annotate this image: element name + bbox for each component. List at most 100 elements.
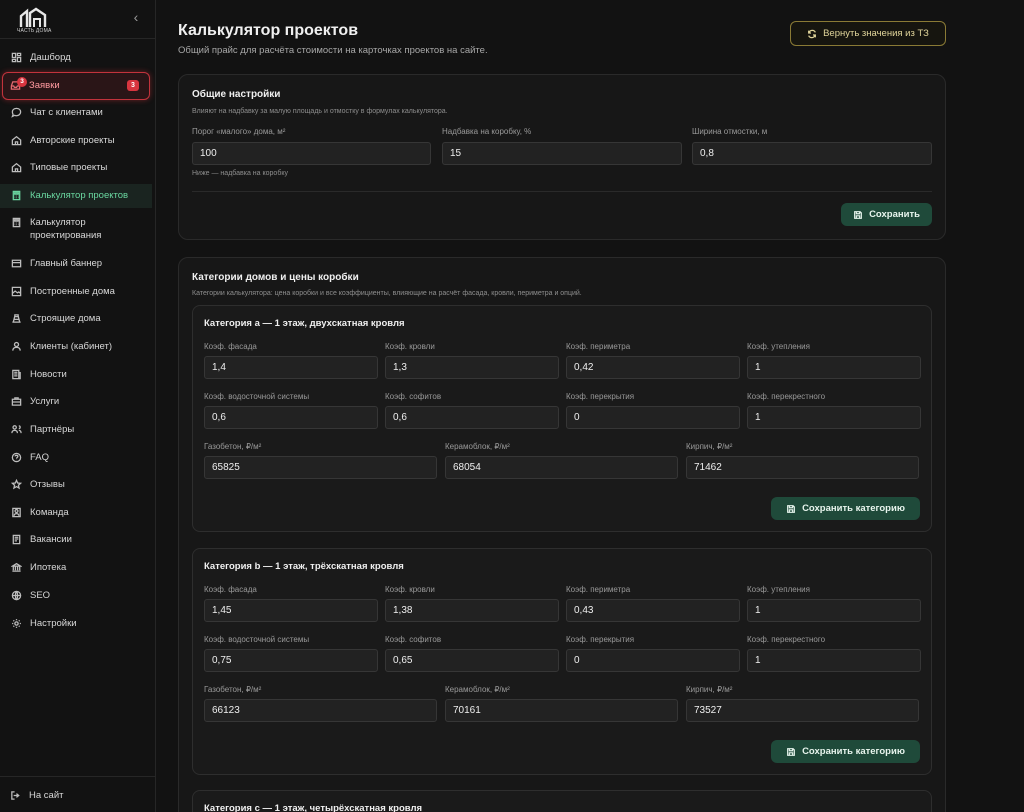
coefficient-input[interactable]: 0,65 xyxy=(385,649,559,672)
sidebar-item-label: Вакансии xyxy=(30,534,72,545)
coefficient-input[interactable]: 1 xyxy=(747,356,921,379)
price-input[interactable]: 65825 xyxy=(204,456,437,479)
sidebar-item-label: Отзывы xyxy=(30,479,65,490)
question-icon xyxy=(10,451,22,463)
field-label: Коэф. водосточной системы xyxy=(204,392,310,401)
coefficient-input[interactable]: 0,75 xyxy=(204,649,378,672)
blind-area-width-input[interactable]: 0,8 xyxy=(692,142,932,165)
sidebar-item-label: Команда xyxy=(30,507,69,518)
sidebar-item-label: Калькулятор проектирования xyxy=(30,217,102,241)
sidebar-item-label: Партнёры xyxy=(30,424,75,435)
coefficient-input[interactable]: 1,45 xyxy=(204,599,378,622)
sidebar-item-16[interactable]: Отзывы xyxy=(0,478,156,492)
sidebar-item-10[interactable]: Строящие дома xyxy=(0,312,156,326)
sidebar-item-19[interactable]: Ипотека xyxy=(0,561,156,575)
partners-icon xyxy=(10,423,22,435)
sidebar-item-label: Услуги xyxy=(30,396,60,407)
field-label: Коэф. перекрестного xyxy=(747,392,826,401)
field-label: Коэф. перекрестного xyxy=(747,635,826,644)
banner-icon xyxy=(10,257,22,269)
coefficient-input[interactable]: 1,4 xyxy=(204,356,378,379)
save-category-button[interactable]: Сохранить категорию xyxy=(771,497,920,520)
sidebar-item-8[interactable]: Главный баннер xyxy=(0,257,156,271)
sidebar-item-label: Строящие дома xyxy=(30,313,101,324)
field-label: Коэф. утепления xyxy=(747,585,810,594)
sidebar-item-13[interactable]: Услуги xyxy=(0,395,156,409)
to-site-link[interactable]: На сайт xyxy=(10,790,63,801)
logout-icon xyxy=(11,791,20,800)
coefficient-input[interactable]: 1,3 xyxy=(385,356,559,379)
sidebar-item-1[interactable]: Дашборд xyxy=(0,51,156,65)
sidebar-item-label: Дашборд xyxy=(30,52,71,63)
save-category-button[interactable]: Сохранить категорию xyxy=(771,740,920,763)
count-badge: 3 xyxy=(127,80,139,91)
sidebar-item-12[interactable]: Новости xyxy=(0,368,156,382)
reset-to-spec-button[interactable]: Вернуть значения из ТЗ xyxy=(790,21,946,46)
vacancy-icon xyxy=(10,533,22,545)
box-surcharge-input[interactable]: 15 xyxy=(442,142,682,165)
gear-icon xyxy=(10,617,22,629)
price-input[interactable]: 66123 xyxy=(204,699,437,722)
field-label: Коэф. фасада xyxy=(204,585,257,594)
sidebar-item-4[interactable]: Авторские проекты xyxy=(0,134,156,148)
coefficient-input[interactable]: 0,42 xyxy=(566,356,740,379)
notification-dot-badge: 3 xyxy=(17,77,27,87)
sidebar: ЧАСТЬ ДОМА ‹ Дашборд Заявки 3 3 Чат с клиент… xyxy=(0,0,156,812)
sidebar-item-14[interactable]: Партнёры xyxy=(0,423,156,437)
bank-icon xyxy=(10,561,22,573)
user-icon xyxy=(10,340,22,352)
save-icon xyxy=(787,747,795,756)
save-general-button[interactable]: Сохранить xyxy=(841,203,932,226)
sidebar-item-20[interactable]: SEO xyxy=(0,589,156,603)
price-input[interactable]: 68054 xyxy=(445,456,678,479)
field-label: Кирпич, ₽/м² xyxy=(686,442,733,451)
sidebar-item-17[interactable]: Команда xyxy=(0,506,156,520)
coefficient-input[interactable]: 0,43 xyxy=(566,599,740,622)
coefficient-input[interactable]: 1 xyxy=(747,406,921,429)
category-title: Категория c — 1 этаж, четырёхскатная кро… xyxy=(204,803,423,812)
briefcase-icon xyxy=(10,395,22,407)
divider xyxy=(0,776,156,777)
field-label: Коэф. фасада xyxy=(204,342,257,351)
save-label: Сохранить xyxy=(869,209,920,220)
field-label: Коэф. водосточной системы xyxy=(204,635,310,644)
main-content: Калькулятор проектов Общий прайс для рас… xyxy=(157,0,1024,812)
coefficient-input[interactable]: 1,38 xyxy=(385,599,559,622)
sidebar-item-label: SEO xyxy=(30,590,51,601)
price-input[interactable]: 73527 xyxy=(686,699,919,722)
sidebar-item-9[interactable]: Построенные дома xyxy=(0,285,156,299)
coefficient-input[interactable]: 0,6 xyxy=(204,406,378,429)
reset-label: Вернуть значения из ТЗ xyxy=(823,28,929,39)
sidebar-item-18[interactable]: Вакансии xyxy=(0,533,156,547)
price-input[interactable]: 71462 xyxy=(686,456,919,479)
news-icon xyxy=(10,368,22,380)
field-label: Коэф. софитов xyxy=(385,635,442,644)
sidebar-item-11[interactable]: Клиенты (кабинет) xyxy=(0,340,156,354)
sidebar-item-label: Авторские проекты xyxy=(30,135,115,146)
sidebar-item-15[interactable]: FAQ xyxy=(0,451,156,465)
coefficient-input[interactable]: 0 xyxy=(566,406,740,429)
coefficient-input[interactable]: 1 xyxy=(747,649,921,672)
save-icon xyxy=(854,210,862,219)
small-house-threshold-input[interactable]: 100 xyxy=(192,142,431,165)
categories-title: Категории домов и цены коробки xyxy=(192,272,359,283)
field-label: Коэф. перекрытия xyxy=(566,635,635,644)
sidebar-item-5[interactable]: Типовые проекты xyxy=(0,161,156,175)
save-category-label: Сохранить категорию xyxy=(802,746,905,757)
coefficient-input[interactable]: 0 xyxy=(566,649,740,672)
sidebar-item-2[interactable]: Заявки 3 3 xyxy=(2,72,150,100)
categories-desc: Категории калькулятора: цена коробки и в… xyxy=(192,290,582,297)
sidebar-item-21[interactable]: Настройки xyxy=(0,617,156,631)
coefficient-input[interactable]: 0,6 xyxy=(385,406,559,429)
page-title: Калькулятор проектов xyxy=(178,22,359,39)
collapse-sidebar-button[interactable]: ‹ xyxy=(130,10,142,24)
sidebar-item-6[interactable]: Калькулятор проектов xyxy=(0,184,152,208)
price-input[interactable]: 70161 xyxy=(445,699,678,722)
sidebar-item-label: Заявки xyxy=(29,80,60,91)
sidebar-item-3[interactable]: Чат с клиентами xyxy=(0,106,156,120)
to-site-label: На сайт xyxy=(29,790,64,801)
divider xyxy=(192,191,932,192)
coefficient-input[interactable]: 1 xyxy=(747,599,921,622)
logo-text: ЧАСТЬ ДОМА xyxy=(17,28,52,34)
sidebar-item-7[interactable]: Калькулятор проектирования xyxy=(0,216,156,244)
